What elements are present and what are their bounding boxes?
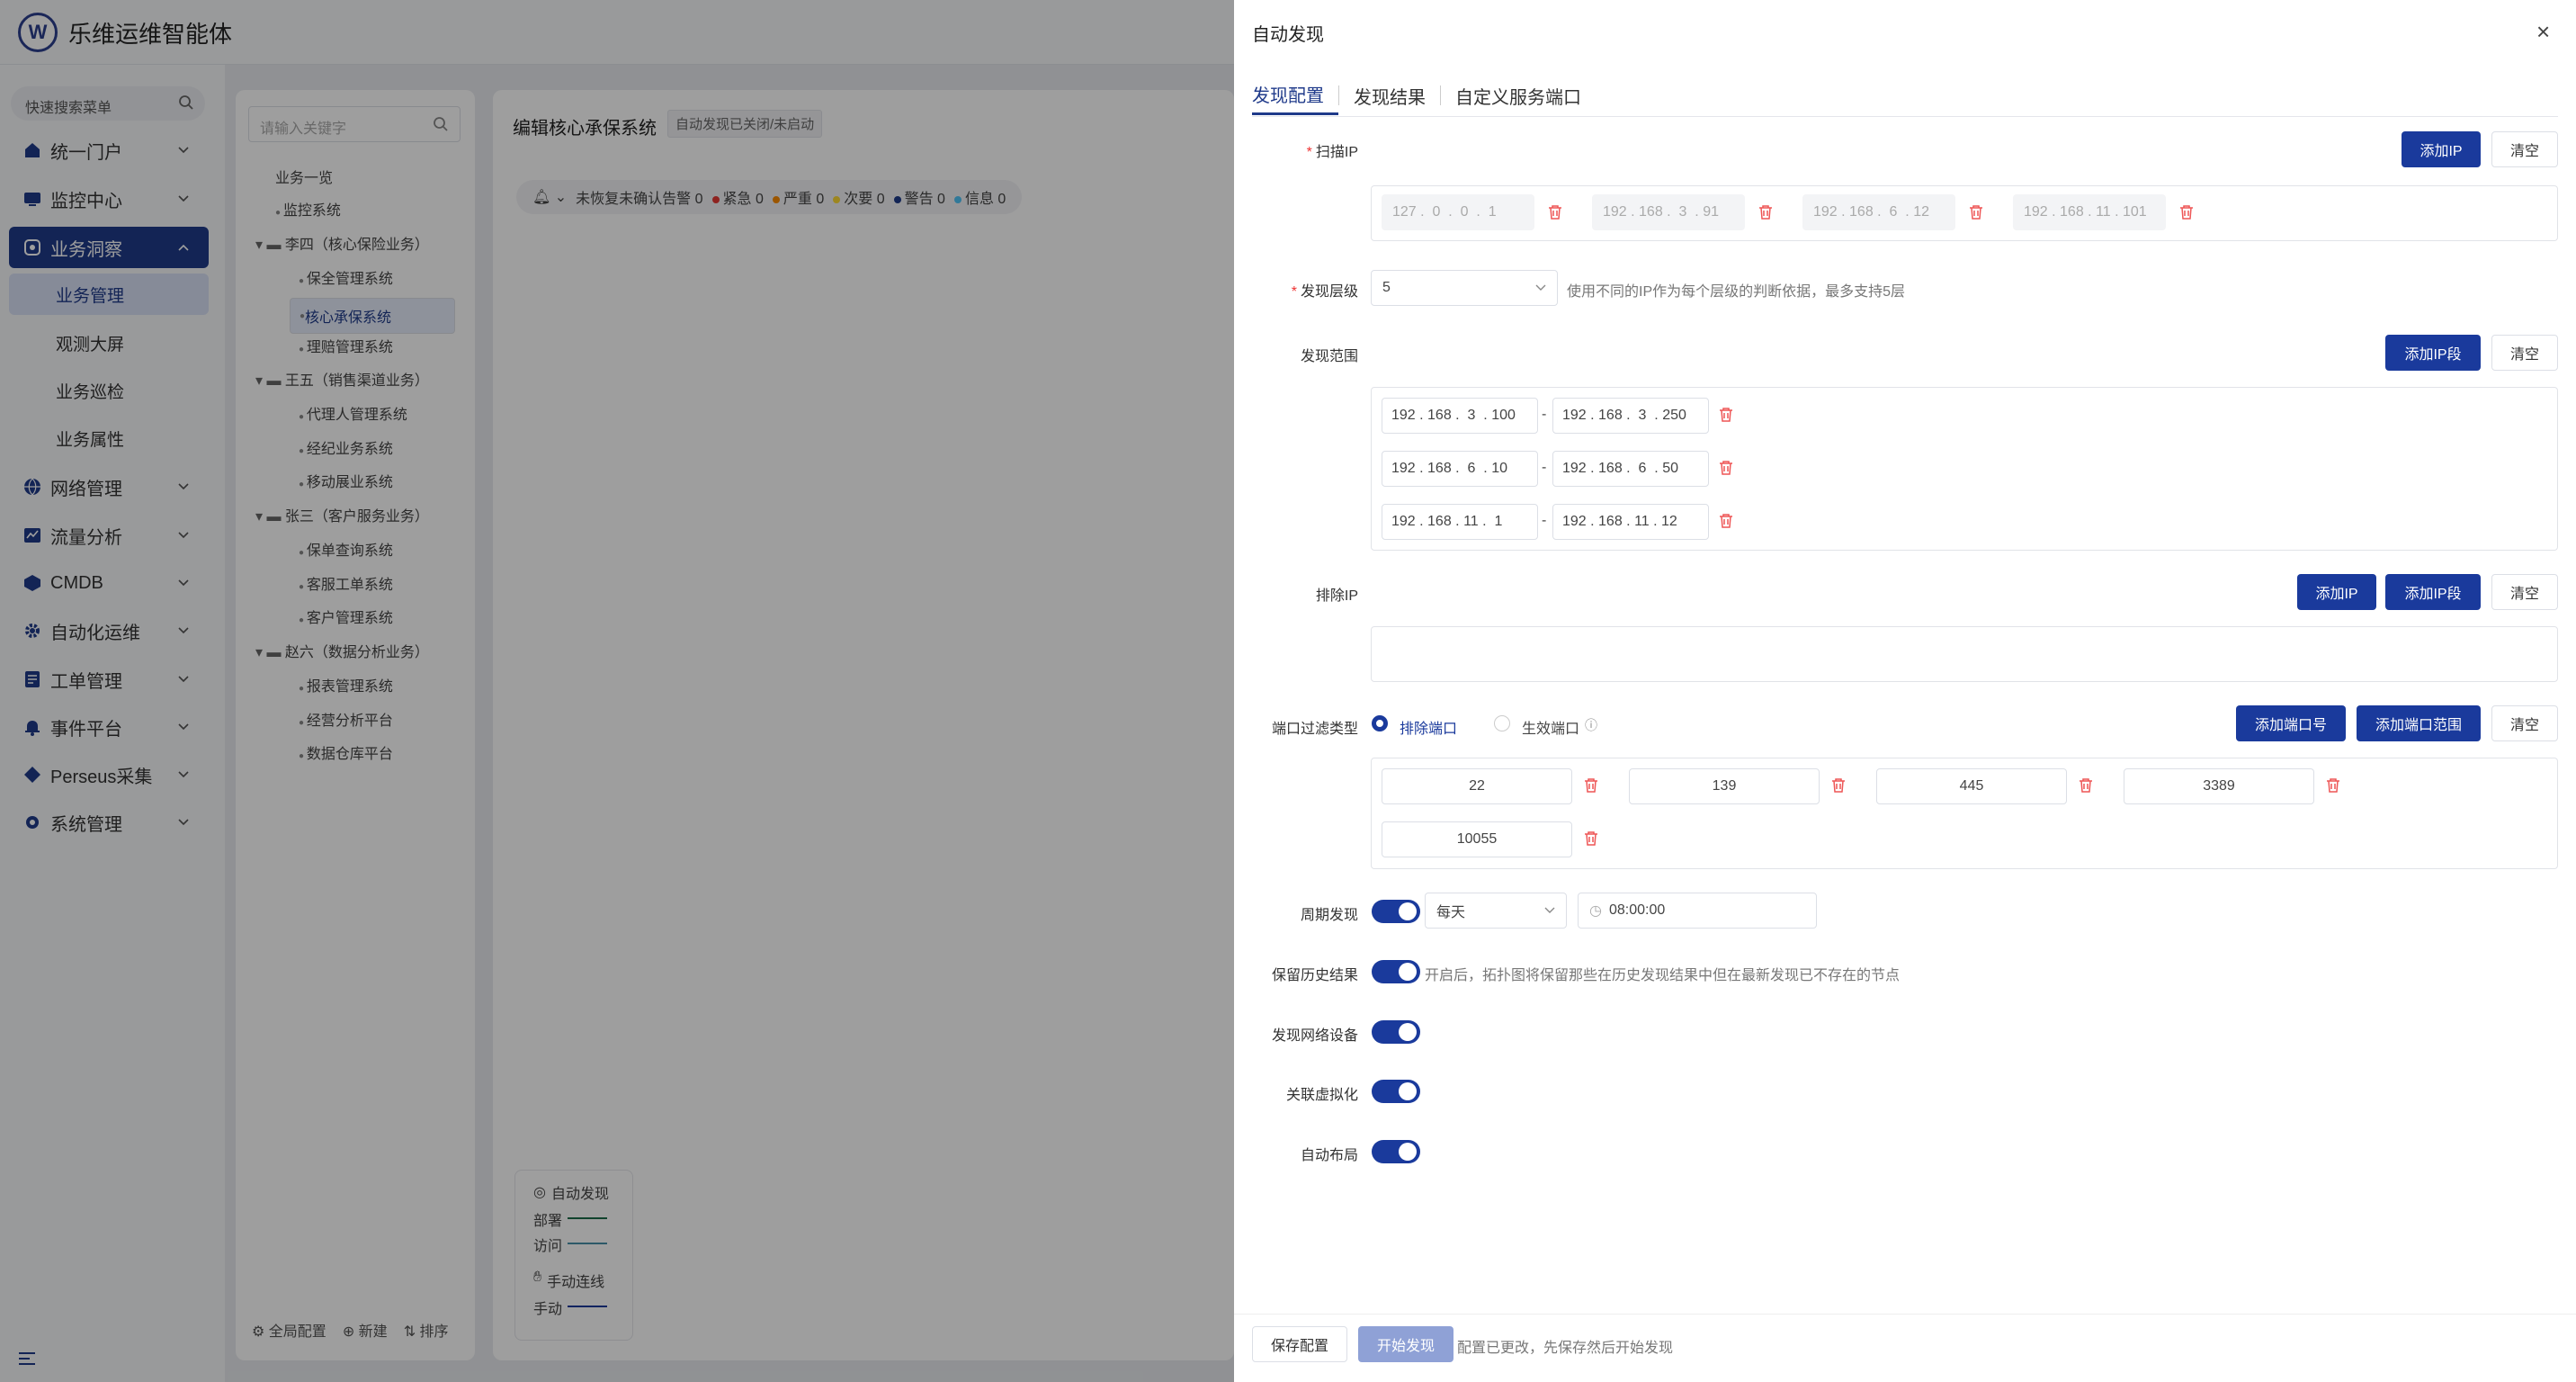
port-filter-label: 端口过滤类型: [1271, 722, 1358, 737]
level-label-text: 发现层级: [1300, 284, 1358, 300]
scan-ip-field: 192 . 168 . 6 . 12: [1802, 194, 1955, 230]
virtualization-toggle[interactable]: [1372, 1080, 1420, 1103]
help-icon[interactable]: ⓘ: [1585, 716, 1597, 734]
trash-icon[interactable]: [1718, 407, 1734, 423]
radio-exclude-port-label: 排除端口: [1400, 722, 1458, 737]
drawer-title: 自动发现: [1252, 25, 1324, 45]
port-input[interactable]: 445: [1876, 768, 2067, 804]
tab-divider: [1252, 116, 2558, 117]
trash-icon[interactable]: [1718, 460, 1734, 476]
scan-ip-field: 192 . 168 . 11 . 101: [2013, 194, 2166, 230]
scan-ip-label: * 扫描IP: [1239, 139, 1358, 161]
level-select-value: 5: [1382, 280, 1391, 295]
close-icon[interactable]: ×: [2536, 18, 2550, 46]
range-to-input[interactable]: 192 . 168 . 11 . 12: [1552, 504, 1709, 540]
range-from-input[interactable]: 192 . 168 . 11 . 1: [1382, 504, 1538, 540]
period-time-picker[interactable]: ◷ 08:00:00: [1578, 893, 1817, 929]
trash-icon[interactable]: [1758, 204, 1774, 220]
range-box: [1371, 387, 2558, 551]
period-label: 周期发现: [1300, 908, 1358, 923]
drawer-tabs: 发现配置 发现结果 自定义服务端口: [1252, 76, 1596, 117]
port-input[interactable]: 3389: [2124, 768, 2314, 804]
trash-icon[interactable]: [1830, 777, 1847, 794]
trash-icon[interactable]: [1583, 777, 1599, 794]
add-port-button[interactable]: 添加端口号: [2236, 705, 2346, 741]
chevron-down-icon: [1535, 284, 1546, 292]
history-hint: 开启后，拓扑图将保留那些在历史发现结果中但在最新发现已不存在的节点: [1425, 968, 1901, 983]
period-frequency-value: 每天: [1436, 905, 1466, 920]
history-label: 保留历史结果: [1271, 968, 1358, 983]
tab-separator: [1338, 85, 1339, 105]
clear-scan-ip-button[interactable]: 清空: [2491, 131, 2558, 167]
port-input[interactable]: 10055: [1382, 821, 1572, 857]
radio-exclude-port[interactable]: [1372, 715, 1388, 731]
chevron-down-icon: [1544, 907, 1555, 914]
range-label: 发现范围: [1300, 349, 1358, 364]
footer-hint: 配置已更改，先保存然后开始发现: [1457, 1341, 1674, 1356]
add-ip-range-button[interactable]: 添加IP段: [2385, 335, 2481, 371]
period-toggle[interactable]: [1372, 900, 1420, 923]
tab-separator: [1440, 85, 1441, 105]
scan-ip-field: 127 . 0 . 0 . 1: [1382, 194, 1534, 230]
period-frequency-select[interactable]: 每天: [1425, 893, 1567, 929]
port-input[interactable]: 22: [1382, 768, 1572, 804]
radio-effective-port[interactable]: [1494, 715, 1510, 731]
add-ip-button[interactable]: 添加IP: [2402, 131, 2481, 167]
range-from-input[interactable]: 192 . 168 . 3 . 100: [1382, 398, 1538, 434]
range-dash: -: [1542, 460, 1547, 475]
tab-discover-config[interactable]: 发现配置: [1252, 76, 1338, 115]
range-dash: -: [1542, 513, 1547, 528]
tab-custom-ports[interactable]: 自定义服务端口: [1455, 76, 1596, 115]
virtualization-label: 关联虚拟化: [1285, 1088, 1358, 1103]
clock-icon: ◷: [1589, 903, 1602, 919]
required-mark: *: [1306, 145, 1312, 160]
trash-icon[interactable]: [2325, 777, 2341, 794]
range-to-input[interactable]: 192 . 168 . 3 . 250: [1552, 398, 1709, 434]
level-select[interactable]: 5: [1371, 270, 1558, 306]
clear-range-button[interactable]: 清空: [2491, 335, 2558, 371]
network-device-toggle[interactable]: [1372, 1020, 1420, 1044]
trash-icon[interactable]: [1547, 204, 1563, 220]
level-hint: 使用不同的IP作为每个层级的判断依据，最多支持5层: [1567, 284, 1906, 300]
save-config-button[interactable]: 保存配置: [1252, 1326, 1347, 1362]
clear-port-button[interactable]: 清空: [2491, 705, 2558, 741]
scan-ip-field: 192 . 168 . 3 . 91: [1592, 194, 1745, 230]
trash-icon[interactable]: [1583, 830, 1599, 847]
trash-icon[interactable]: [1968, 204, 1984, 220]
scan-ip-label-text: 扫描IP: [1315, 145, 1358, 160]
auto-layout-toggle[interactable]: [1372, 1140, 1420, 1163]
range-to-input[interactable]: 192 . 168 . 6 . 50: [1552, 451, 1709, 487]
trash-icon[interactable]: [2078, 777, 2094, 794]
range-from-input[interactable]: 192 . 168 . 6 . 10: [1382, 451, 1538, 487]
auto-layout-label: 自动布局: [1300, 1148, 1358, 1163]
clear-exclude-button[interactable]: 清空: [2491, 574, 2558, 610]
radio-effective-port-label: 生效端口: [1522, 722, 1580, 737]
tab-discover-results[interactable]: 发现结果: [1354, 76, 1440, 115]
level-label: * 发现层级: [1239, 279, 1358, 301]
history-toggle[interactable]: [1372, 960, 1420, 983]
add-exclude-range-button[interactable]: 添加IP段: [2385, 574, 2481, 610]
range-dash: -: [1542, 407, 1547, 422]
network-device-label: 发现网络设备: [1271, 1028, 1358, 1044]
start-discover-button[interactable]: 开始发现: [1358, 1326, 1453, 1362]
exclude-ip-box[interactable]: [1371, 626, 2558, 682]
period-time-value: 08:00:00: [1608, 902, 1666, 918]
exclude-ip-label: 排除IP: [1315, 588, 1358, 604]
required-mark: *: [1291, 284, 1297, 300]
modal-overlay[interactable]: [0, 0, 1234, 1382]
port-input[interactable]: 139: [1629, 768, 1820, 804]
trash-icon[interactable]: [1718, 513, 1734, 529]
add-port-range-button[interactable]: 添加端口范围: [2357, 705, 2481, 741]
trash-icon[interactable]: [2178, 204, 2195, 220]
add-exclude-ip-button[interactable]: 添加IP: [2297, 574, 2376, 610]
